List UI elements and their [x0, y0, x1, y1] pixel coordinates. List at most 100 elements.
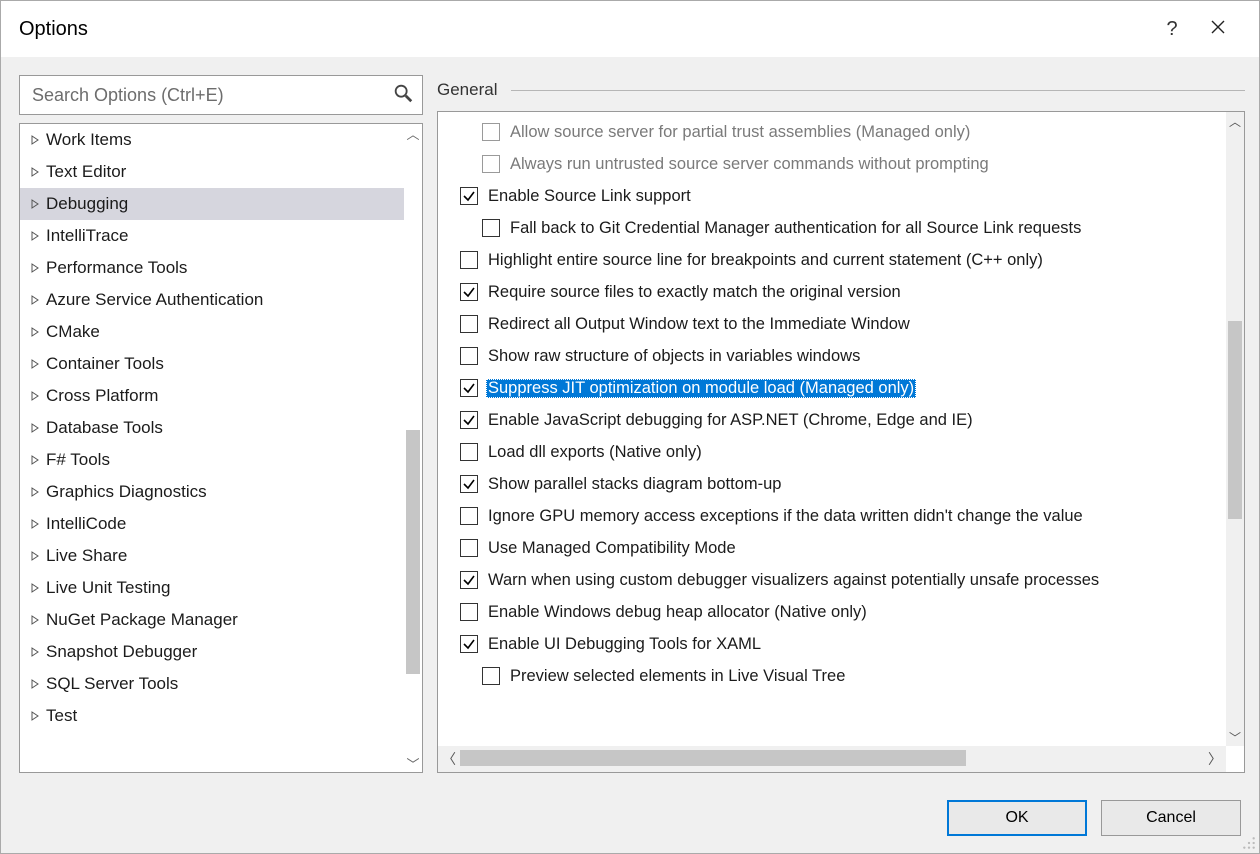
expand-icon[interactable]: [28, 645, 42, 659]
expand-icon[interactable]: [28, 133, 42, 147]
expand-icon[interactable]: [28, 421, 42, 435]
resize-grip-icon[interactable]: [1242, 836, 1256, 850]
checkbox[interactable]: [460, 475, 478, 493]
option-row[interactable]: Require source files to exactly match th…: [438, 276, 1226, 308]
close-button[interactable]: [1195, 18, 1241, 41]
option-row[interactable]: Show raw structure of objects in variabl…: [438, 340, 1226, 372]
checkbox: [482, 155, 500, 173]
tree-item-label: IntelliTrace: [46, 226, 129, 246]
option-row[interactable]: Ignore GPU memory access exceptions if t…: [438, 500, 1226, 532]
cancel-button[interactable]: Cancel: [1101, 800, 1241, 836]
panel-vscrollbar[interactable]: ︿ ﹀: [1226, 112, 1244, 746]
option-row[interactable]: Enable Source Link support: [438, 180, 1226, 212]
search-input[interactable]: [30, 84, 412, 107]
tree-item[interactable]: Performance Tools: [20, 252, 404, 284]
checkbox[interactable]: [460, 251, 478, 269]
expand-icon[interactable]: [28, 325, 42, 339]
scroll-left-icon[interactable]: 〈: [438, 746, 460, 772]
option-label: Redirect all Output Window text to the I…: [486, 315, 912, 334]
scroll-thumb[interactable]: [406, 430, 420, 675]
checkbox[interactable]: [460, 187, 478, 205]
checkbox[interactable]: [460, 571, 478, 589]
checkbox[interactable]: [482, 667, 500, 685]
option-label: Show raw structure of objects in variabl…: [486, 347, 862, 366]
option-row[interactable]: Enable Windows debug heap allocator (Nat…: [438, 596, 1226, 628]
tree-item[interactable]: Container Tools: [20, 348, 404, 380]
scroll-down-icon[interactable]: ﹀: [404, 754, 422, 772]
expand-icon[interactable]: [28, 389, 42, 403]
dialog-footer: OK Cancel: [1, 783, 1259, 853]
tree-item[interactable]: Azure Service Authentication: [20, 284, 404, 316]
tree-item[interactable]: Cross Platform: [20, 380, 404, 412]
expand-icon[interactable]: [28, 581, 42, 595]
checkbox[interactable]: [460, 379, 478, 397]
tree-item[interactable]: CMake: [20, 316, 404, 348]
checkbox[interactable]: [460, 411, 478, 429]
category-tree[interactable]: Work Items Text EditorDebugging IntelliTra…: [19, 123, 423, 773]
expand-icon[interactable]: [28, 165, 42, 179]
option-row[interactable]: Highlight entire source line for breakpo…: [438, 244, 1226, 276]
tree-item[interactable]: Live Share: [20, 540, 404, 572]
scroll-thumb[interactable]: [1228, 321, 1242, 518]
checkbox[interactable]: [460, 635, 478, 653]
tree-item[interactable]: Text Editor: [20, 156, 404, 188]
tree-item[interactable]: Graphics Diagnostics: [20, 476, 404, 508]
expand-icon[interactable]: [28, 453, 42, 467]
tree-item[interactable]: IntelliTrace: [20, 220, 404, 252]
checkbox[interactable]: [460, 315, 478, 333]
option-label: Highlight entire source line for breakpo…: [486, 251, 1045, 270]
checkbox[interactable]: [460, 283, 478, 301]
checkbox[interactable]: [460, 507, 478, 525]
option-row[interactable]: Use Managed Compatibility Mode: [438, 532, 1226, 564]
option-row[interactable]: Redirect all Output Window text to the I…: [438, 308, 1226, 340]
expand-icon[interactable]: [28, 261, 42, 275]
checkbox[interactable]: [460, 539, 478, 557]
expand-icon[interactable]: [28, 197, 42, 211]
option-row[interactable]: Preview selected elements in Live Visual…: [438, 660, 1226, 692]
scroll-right-icon[interactable]: 〉: [1204, 746, 1226, 772]
expand-icon[interactable]: [28, 293, 42, 307]
expand-icon[interactable]: [28, 709, 42, 723]
tree-item[interactable]: IntelliCode: [20, 508, 404, 540]
checkbox[interactable]: [460, 603, 478, 621]
option-row[interactable]: Fall back to Git Credential Manager auth…: [438, 212, 1226, 244]
tree-item[interactable]: Snapshot Debugger: [20, 636, 404, 668]
expand-icon[interactable]: [28, 485, 42, 499]
checkbox[interactable]: [460, 443, 478, 461]
scroll-up-icon[interactable]: ︿: [1226, 112, 1244, 130]
expand-icon[interactable]: [28, 549, 42, 563]
tree-scrollbar[interactable]: ︿ ﹀: [404, 124, 422, 772]
scroll-thumb[interactable]: [460, 750, 966, 766]
option-row[interactable]: Show parallel stacks diagram bottom-up: [438, 468, 1226, 500]
scroll-up-icon[interactable]: ︿: [404, 124, 422, 142]
tree-item[interactable]: Debugging: [20, 188, 404, 220]
tree-item[interactable]: SQL Server Tools: [20, 668, 404, 700]
expand-icon[interactable]: [28, 677, 42, 691]
option-row[interactable]: Load dll exports (Native only): [438, 436, 1226, 468]
expand-icon[interactable]: [28, 229, 42, 243]
option-row[interactable]: Suppress JIT optimization on module load…: [438, 372, 1226, 404]
help-button[interactable]: ?: [1149, 18, 1195, 41]
tree-item[interactable]: Work Items: [20, 124, 404, 156]
tree-item[interactable]: Live Unit Testing: [20, 572, 404, 604]
search-box[interactable]: [19, 75, 423, 115]
checkbox[interactable]: [482, 219, 500, 237]
option-row[interactable]: Enable UI Debugging Tools for XAML: [438, 628, 1226, 660]
expand-icon[interactable]: [28, 517, 42, 531]
option-label: Allow source server for partial trust as…: [508, 123, 972, 142]
panel-hscrollbar[interactable]: 〈 〉: [438, 746, 1226, 772]
option-row[interactable]: Enable JavaScript debugging for ASP.NET …: [438, 404, 1226, 436]
option-label: Ignore GPU memory access exceptions if t…: [486, 507, 1085, 526]
expand-icon[interactable]: [28, 613, 42, 627]
tree-item[interactable]: NuGet Package Manager: [20, 604, 404, 636]
tree-item[interactable]: Test: [20, 700, 404, 732]
options-panel: Allow source server for partial trust as…: [437, 111, 1245, 773]
tree-item[interactable]: F# Tools: [20, 444, 404, 476]
option-row[interactable]: Warn when using custom debugger visualiz…: [438, 564, 1226, 596]
scroll-down-icon[interactable]: ﹀: [1226, 728, 1244, 746]
tree-item[interactable]: Database Tools: [20, 412, 404, 444]
ok-button[interactable]: OK: [947, 800, 1087, 836]
checkbox[interactable]: [460, 347, 478, 365]
expand-icon[interactable]: [28, 357, 42, 371]
tree-item-label: Work Items: [46, 130, 132, 150]
